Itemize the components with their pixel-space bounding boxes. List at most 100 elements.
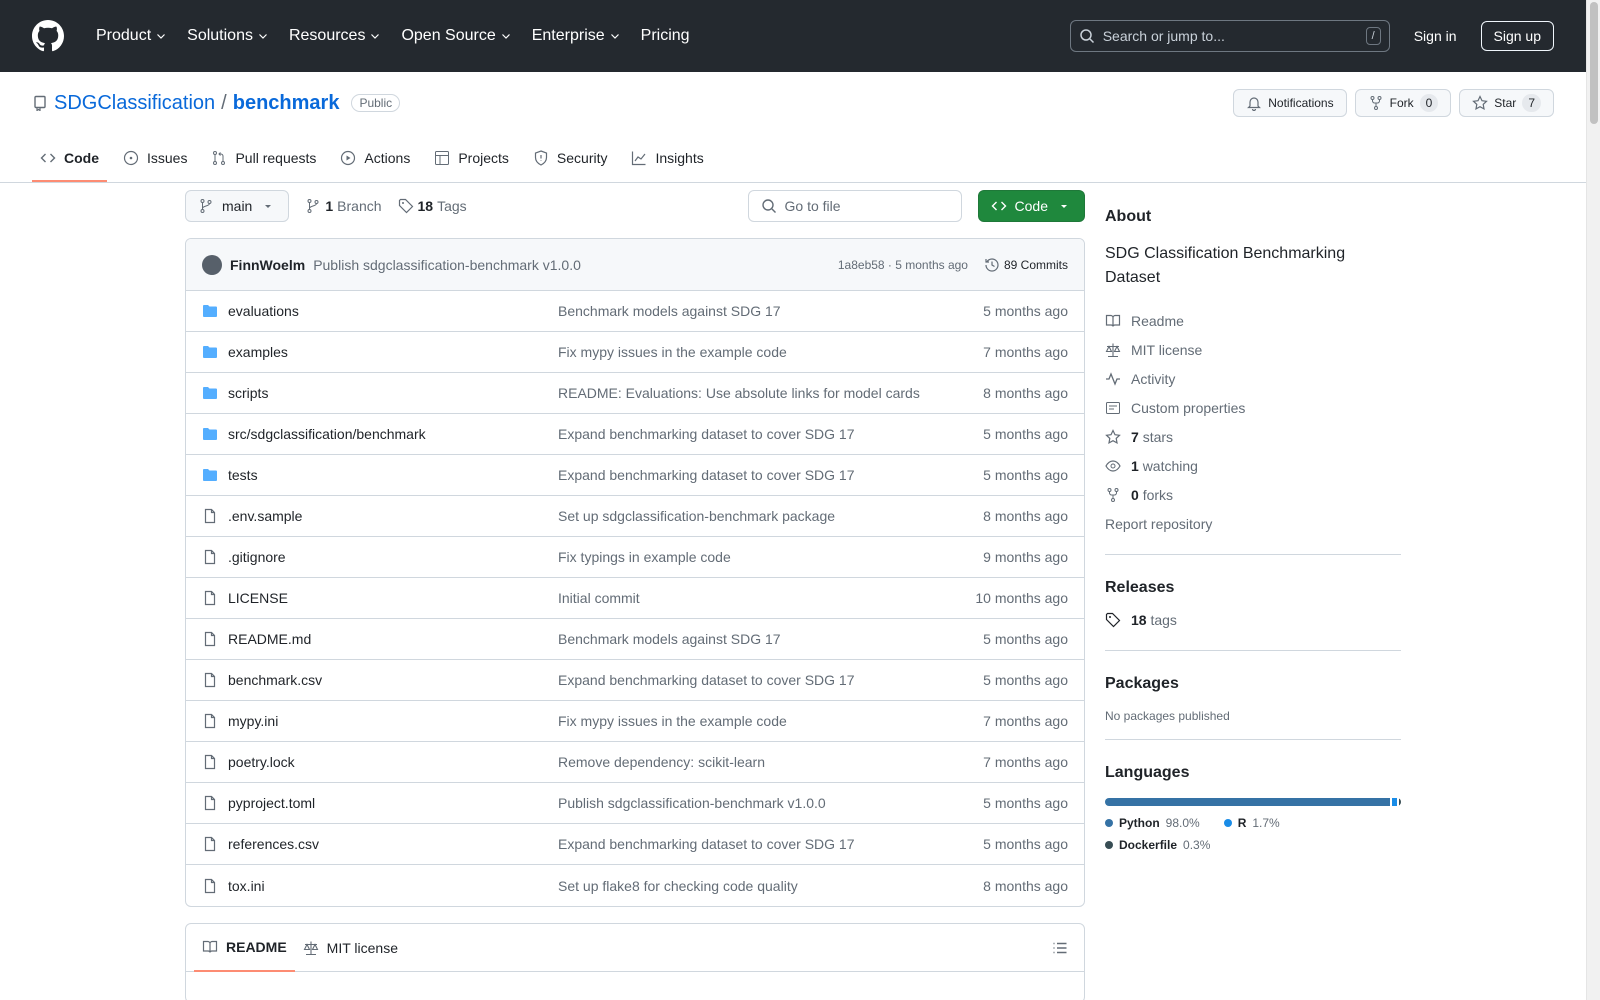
- table-row[interactable]: tox.ini Set up flake8 for checking code q…: [186, 865, 1084, 906]
- readme-tab[interactable]: README: [194, 924, 295, 972]
- about-link-stars[interactable]: 7 stars: [1105, 422, 1401, 451]
- about-link-watching[interactable]: 1 watching: [1105, 451, 1401, 480]
- scrollbar[interactable]: [1586, 0, 1600, 1000]
- tab-insights[interactable]: Insights: [623, 150, 711, 182]
- file-commit-message[interactable]: Fix mypy issues in the example code: [558, 344, 983, 360]
- go-to-file-input[interactable]: Go to file: [747, 190, 962, 222]
- sign-up-button[interactable]: Sign up: [1480, 21, 1554, 51]
- tab-pull-requests[interactable]: Pull requests: [203, 150, 324, 182]
- avatar[interactable]: [202, 254, 222, 275]
- language-bar-segment[interactable]: [1392, 798, 1398, 806]
- report-repository-link[interactable]: Report repository: [1105, 509, 1401, 538]
- table-row[interactable]: evaluations Benchmark models against SDG …: [186, 291, 1084, 332]
- tab-projects[interactable]: Projects: [426, 150, 517, 182]
- file-commit-message[interactable]: README: Evaluations: Use absolute links …: [558, 385, 983, 401]
- file-name-link[interactable]: evaluations: [228, 303, 558, 319]
- outline-button[interactable]: [1044, 940, 1076, 956]
- table-row[interactable]: LICENSE Initial commit 10 months ago: [186, 578, 1084, 619]
- nav-enterprise[interactable]: Enterprise: [524, 21, 629, 51]
- file-name-link[interactable]: LICENSE: [228, 590, 558, 606]
- table-row[interactable]: src/sdgclassification/benchmark Expand be…: [186, 414, 1084, 455]
- table-row[interactable]: README.md Benchmark models against SDG 17…: [186, 619, 1084, 660]
- file-name-link[interactable]: examples: [228, 344, 558, 360]
- table-row[interactable]: pyproject.toml Publish sdgclassification-…: [186, 783, 1084, 824]
- file-commit-message[interactable]: Benchmark models against SDG 17: [558, 303, 983, 319]
- code-download-button[interactable]: Code: [977, 190, 1085, 222]
- nav-resources[interactable]: Resources: [281, 21, 389, 51]
- file-name-link[interactable]: pyproject.toml: [228, 795, 558, 811]
- file-name-link[interactable]: tests: [228, 467, 558, 483]
- file-name-link[interactable]: .gitignore: [228, 549, 558, 565]
- nav-open-source[interactable]: Open Source: [393, 21, 519, 51]
- repo-name-link[interactable]: benchmark: [233, 92, 340, 115]
- tags-link[interactable]: 18 Tags: [398, 198, 467, 214]
- release-tags-link[interactable]: 18 tags: [1105, 605, 1401, 634]
- file-name-link[interactable]: references.csv: [228, 836, 558, 852]
- about-link-activity[interactable]: Activity: [1105, 364, 1401, 393]
- language-bar-segment[interactable]: [1399, 798, 1401, 806]
- license-tab[interactable]: MIT license: [295, 924, 406, 972]
- table-row[interactable]: benchmark.csv Expand benchmarking dataset…: [186, 660, 1084, 701]
- table-row[interactable]: tests Expand benchmarking dataset to cove…: [186, 455, 1084, 496]
- nav-product[interactable]: Product: [88, 21, 175, 51]
- tab-actions[interactable]: Actions: [332, 150, 418, 182]
- file-name-link[interactable]: mypy.ini: [228, 713, 558, 729]
- file-commit-message[interactable]: Set up sdgclassification-benchmark packa…: [558, 508, 983, 524]
- language-item[interactable]: R 1.7%: [1223, 816, 1280, 830]
- file-name-link[interactable]: src/sdgclassification/benchmark: [228, 426, 558, 442]
- about-link-custom-properties[interactable]: Custom properties: [1105, 393, 1401, 422]
- packages-heading[interactable]: Packages: [1105, 675, 1401, 693]
- file-commit-message[interactable]: Initial commit: [558, 590, 975, 606]
- about-link-forks[interactable]: 0 forks: [1105, 480, 1401, 509]
- branches-link[interactable]: 1 Branch: [305, 198, 382, 214]
- star-button[interactable]: Star 7: [1459, 89, 1554, 117]
- file-commit-message[interactable]: Expand benchmarking dataset to cover SDG…: [558, 672, 983, 688]
- language-bar-segment[interactable]: [1105, 798, 1391, 806]
- table-row[interactable]: .env.sample Set up sdgclassification-benc…: [186, 496, 1084, 537]
- tab-code[interactable]: Code: [32, 150, 107, 182]
- repo-owner-link[interactable]: SDGClassification: [54, 92, 215, 115]
- file-commit-message[interactable]: Benchmark models against SDG 17: [558, 631, 983, 647]
- sign-in-link[interactable]: Sign in: [1398, 22, 1473, 50]
- file-name-link[interactable]: poetry.lock: [228, 754, 558, 770]
- file-name-link[interactable]: README.md: [228, 631, 558, 647]
- notifications-button[interactable]: Notifications: [1233, 89, 1347, 117]
- language-item[interactable]: Dockerfile 0.3%: [1105, 838, 1210, 852]
- file-commit-message[interactable]: Fix typings in example code: [558, 549, 983, 565]
- tab-security[interactable]: Security: [525, 150, 616, 182]
- table-row[interactable]: mypy.ini Fix mypy issues in the example c…: [186, 701, 1084, 742]
- commit-hash-time[interactable]: 1a8eb58 · 5 months ago: [838, 258, 968, 272]
- global-search-input[interactable]: Search or jump to... /: [1069, 20, 1390, 52]
- commits-link[interactable]: 89 Commits: [984, 257, 1068, 273]
- fork-button[interactable]: Fork 0: [1354, 89, 1452, 117]
- table-row[interactable]: poetry.lock Remove dependency: scikit-lea…: [186, 742, 1084, 783]
- file-name-link[interactable]: scripts: [228, 385, 558, 401]
- file-name-link[interactable]: .env.sample: [228, 508, 558, 524]
- language-item[interactable]: Python 98.0%: [1105, 816, 1200, 830]
- about-link-readme[interactable]: Readme: [1105, 306, 1401, 335]
- table-row[interactable]: examples Fix mypy issues in the example c…: [186, 332, 1084, 373]
- file-commit-message[interactable]: Set up flake8 for checking code quality: [558, 878, 983, 894]
- commit-author[interactable]: FinnWoelm: [230, 257, 305, 273]
- releases-heading[interactable]: Releases: [1105, 579, 1401, 597]
- branch-selector[interactable]: main: [185, 190, 290, 222]
- file-commit-message[interactable]: Expand benchmarking dataset to cover SDG…: [558, 467, 983, 483]
- nav-solutions[interactable]: Solutions: [179, 21, 277, 51]
- tab-issues[interactable]: Issues: [115, 150, 195, 182]
- file-commit-message[interactable]: Publish sdgclassification-benchmark v1.0…: [558, 795, 983, 811]
- file-name-link[interactable]: benchmark.csv: [228, 672, 558, 688]
- file-commit-message[interactable]: Remove dependency: scikit-learn: [558, 754, 983, 770]
- file-name-link[interactable]: tox.ini: [228, 878, 558, 894]
- scrollbar-thumb[interactable]: [1590, 2, 1598, 124]
- file-commit-message[interactable]: Expand benchmarking dataset to cover SDG…: [558, 426, 983, 442]
- file-commit-message[interactable]: Expand benchmarking dataset to cover SDG…: [558, 836, 983, 852]
- nav-pricing[interactable]: Pricing: [633, 21, 698, 51]
- github-logo-icon[interactable]: [32, 20, 64, 52]
- caret-down-icon: [265, 205, 272, 208]
- table-row[interactable]: scripts README: Evaluations: Use absolute…: [186, 373, 1084, 414]
- file-commit-message[interactable]: Fix mypy issues in the example code: [558, 713, 983, 729]
- commit-message[interactable]: Publish sdgclassification-benchmark v1.0…: [313, 257, 581, 273]
- table-row[interactable]: .gitignore Fix typings in example code 9 m…: [186, 537, 1084, 578]
- table-row[interactable]: references.csv Expand benchmarking datase…: [186, 824, 1084, 865]
- about-link-mit-license[interactable]: MIT license: [1105, 335, 1401, 364]
